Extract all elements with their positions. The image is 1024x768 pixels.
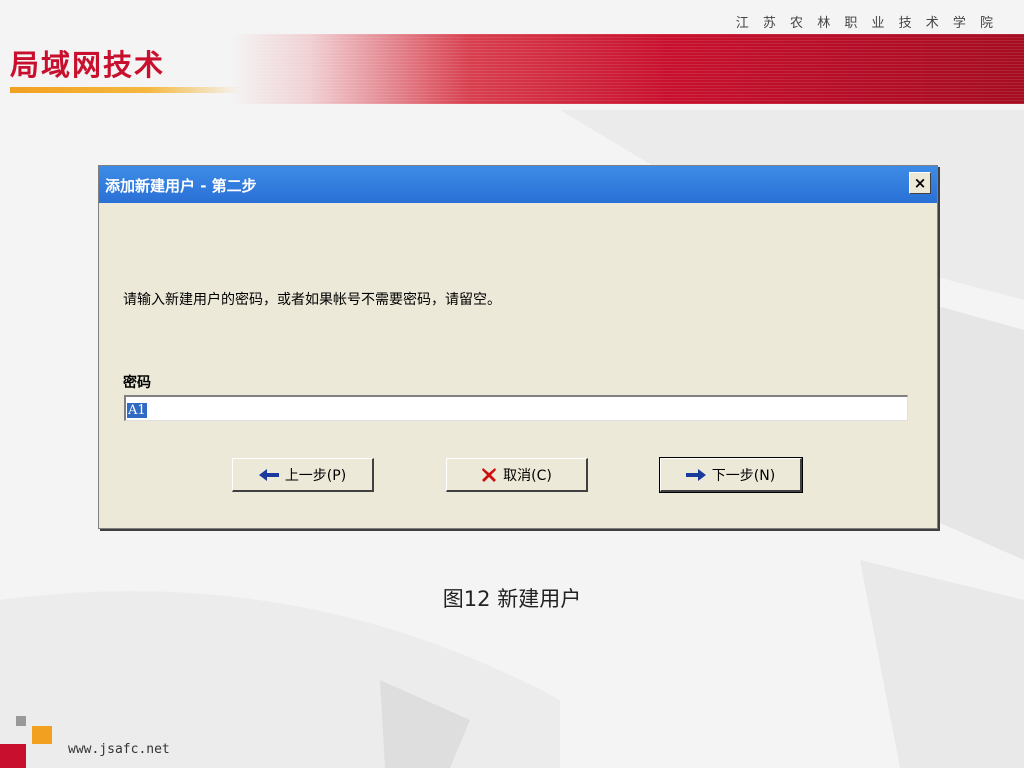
add-user-dialog: 添加新建用户 - 第二步 × 请输入新建用户的密码，或者如果帐号不需要密码，请留… (98, 165, 938, 529)
left-arrow-icon (258, 468, 279, 481)
corner-decoration (0, 712, 60, 768)
course-title: 局域网技术 (10, 48, 166, 82)
cancel-button[interactable]: 取消(C) (446, 458, 588, 492)
close-button[interactable]: × (909, 172, 931, 194)
dialog-title: 添加新建用户 - 第二步 (105, 177, 257, 195)
back-button[interactable]: 上一步(P) (232, 458, 374, 492)
website-url: www.jsafc.net (68, 742, 170, 757)
password-input[interactable]: A1 (124, 395, 908, 421)
back-button-label: 上一步(P) (284, 467, 347, 484)
college-name: 江 苏 农 林 职 业 技 术 学 院 (735, 16, 998, 31)
password-label: 密码 (123, 375, 151, 391)
dialog-titlebar[interactable]: 添加新建用户 - 第二步 × (99, 166, 937, 203)
next-button[interactable]: 下一步(N) (659, 457, 803, 493)
right-arrow-icon (685, 468, 706, 481)
close-icon: × (913, 173, 927, 192)
password-value: A1 (127, 403, 147, 418)
header-banner (230, 34, 1024, 104)
cancel-button-label: 取消(C) (503, 467, 552, 484)
next-button-label: 下一步(N) (711, 467, 776, 484)
figure-caption: 图12 新建用户 (442, 587, 582, 611)
instruction-text: 请输入新建用户的密码，或者如果帐号不需要密码，请留空。 (123, 292, 501, 308)
x-mark-icon (482, 467, 497, 482)
title-underline (10, 87, 240, 93)
